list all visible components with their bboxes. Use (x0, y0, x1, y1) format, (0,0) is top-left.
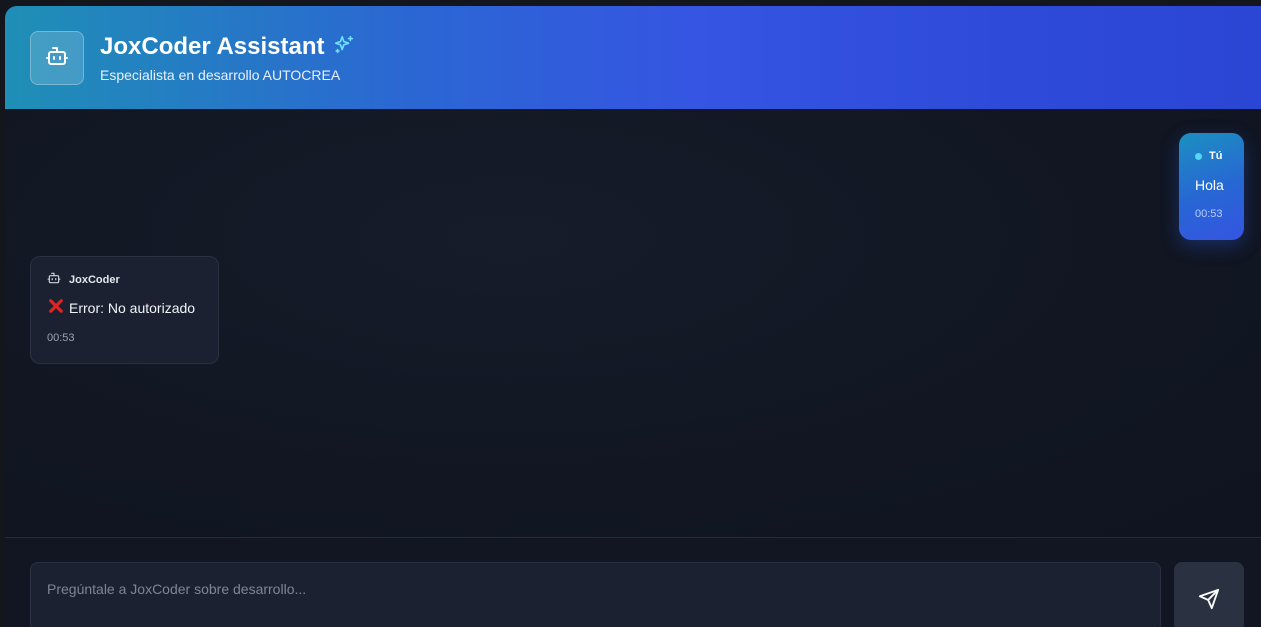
header-subtitle: Especialista en desarrollo AUTOCREA (100, 67, 341, 83)
send-button[interactable] (1174, 562, 1244, 627)
assistant-avatar (30, 31, 84, 85)
user-author: Tú (1209, 150, 1223, 162)
user-message-text: Hola (1195, 177, 1224, 193)
message-list: Tú Hola 00:53 JoxCoder Error: No autoriz… (5, 109, 1261, 537)
assistant-message-header: JoxCoder (47, 271, 218, 290)
x-mark-icon (47, 297, 65, 320)
user-message-header: Tú (1195, 149, 1244, 163)
user-message-time: 00:53 (1195, 208, 1223, 220)
send-icon (1198, 588, 1220, 613)
message-input[interactable] (30, 562, 1161, 627)
online-dot-icon (1195, 152, 1202, 160)
robot-icon (47, 271, 61, 290)
composer (5, 538, 1261, 627)
robot-icon (45, 44, 69, 73)
page-title: JoxCoder Assistant (100, 33, 325, 60)
assistant-message-time: 00:53 (47, 332, 75, 344)
assistant-message-text-row: Error: No autorizado (47, 297, 218, 320)
assistant-message-text: Error: No autorizado (69, 300, 196, 316)
chat-header: JoxCoder Assistant Especialista en desar… (5, 6, 1261, 109)
user-message: Tú Hola 00:53 (1179, 133, 1244, 240)
assistant-message: JoxCoder Error: No autorizado 00:53 (30, 256, 219, 364)
sparkles-icon (333, 34, 355, 61)
chat-window: JoxCoder Assistant Especialista en desar… (5, 6, 1261, 627)
assistant-author: JoxCoder (69, 274, 120, 286)
header-title-row: JoxCoder Assistant (100, 33, 355, 61)
